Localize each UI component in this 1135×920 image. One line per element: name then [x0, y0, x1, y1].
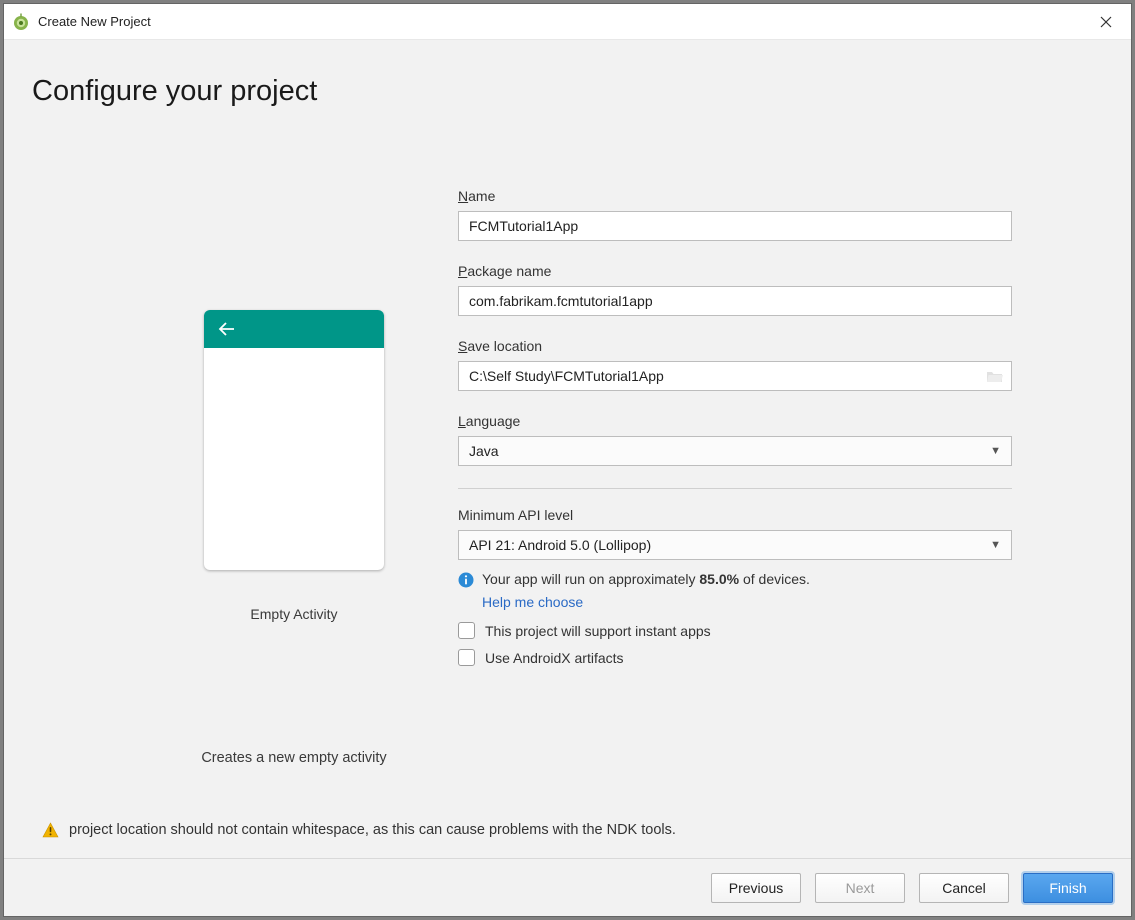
close-icon — [1100, 16, 1112, 28]
androidx-label: Use AndroidX artifacts — [485, 650, 624, 666]
api-level-label: Minimum API level — [458, 507, 1012, 523]
warning-text: project location should not contain whit… — [69, 822, 676, 838]
window-title: Create New Project — [38, 14, 1089, 29]
titlebar: Create New Project — [4, 4, 1131, 40]
template-name: Empty Activity — [164, 606, 424, 622]
api-info: Your app will run on approximately 85.0%… — [458, 571, 1012, 588]
chevron-down-icon: ▼ — [990, 445, 1001, 457]
api-level-value: API 21: Android 5.0 (Lollipop) — [469, 537, 651, 553]
api-info-text: Your app will run on approximately 85.0%… — [482, 571, 810, 587]
folder-open-icon — [986, 369, 1004, 383]
preview-toolbar — [204, 310, 384, 348]
page-title: Configure your project — [32, 75, 317, 108]
name-input[interactable] — [458, 211, 1012, 241]
androidx-checkbox-row[interactable]: Use AndroidX artifacts — [458, 649, 1012, 666]
android-studio-icon — [12, 13, 30, 31]
save-location-input[interactable] — [458, 361, 1012, 391]
previous-button[interactable]: Previous — [711, 873, 801, 903]
template-description: Creates a new empty activity — [104, 750, 484, 766]
language-value: Java — [469, 443, 499, 459]
warning-row: project location should not contain whit… — [42, 822, 676, 838]
template-preview — [204, 310, 384, 570]
close-button[interactable] — [1089, 8, 1123, 36]
help-me-choose-link[interactable]: Help me choose — [482, 594, 583, 610]
divider — [458, 488, 1012, 489]
language-label: Language — [458, 413, 1012, 429]
chevron-down-icon: ▼ — [990, 539, 1001, 551]
instant-apps-label: This project will support instant apps — [485, 623, 711, 639]
button-bar: Previous Next Cancel Finish — [4, 858, 1131, 916]
language-select[interactable]: Java ▼ — [458, 436, 1012, 466]
androidx-checkbox[interactable] — [458, 649, 475, 666]
dialog-window: Create New Project Configure your projec… — [3, 3, 1132, 917]
instant-apps-checkbox[interactable] — [458, 622, 475, 639]
save-location-label: Save location — [458, 338, 1012, 354]
info-icon — [458, 572, 474, 588]
package-label: Package name — [458, 263, 1012, 279]
next-button: Next — [815, 873, 905, 903]
name-label: Name — [458, 188, 1012, 204]
project-form: Name Package name Save location — [458, 188, 1012, 666]
finish-button[interactable]: Finish — [1023, 873, 1113, 903]
arrow-left-icon — [218, 322, 236, 336]
dialog-content: Configure your project Empty Activity Cr… — [4, 40, 1131, 916]
cancel-button[interactable]: Cancel — [919, 873, 1009, 903]
api-level-select[interactable]: API 21: Android 5.0 (Lollipop) ▼ — [458, 530, 1012, 560]
warning-icon — [42, 822, 59, 838]
instant-apps-checkbox-row[interactable]: This project will support instant apps — [458, 622, 1012, 639]
package-input[interactable] — [458, 286, 1012, 316]
browse-button[interactable] — [986, 369, 1004, 383]
